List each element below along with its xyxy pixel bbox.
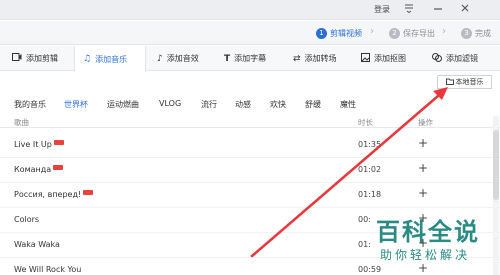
add-song-button[interactable]: + — [418, 136, 428, 150]
category-quirky[interactable]: 魔性 — [340, 99, 356, 110]
tab-label: 添加抠图 — [374, 54, 406, 63]
tab-add-sound-effect[interactable]: ♪ 添加音效 — [157, 46, 199, 71]
step-save-export[interactable]: 2 保存导出 — [389, 27, 435, 39]
category-world-cup[interactable]: 世界杯 — [64, 99, 88, 110]
hot-badge-icon — [53, 140, 64, 145]
category-soothing[interactable]: 舒缓 — [305, 99, 321, 110]
song-name: Waka Waka — [14, 240, 60, 249]
subtitle-icon: T — [224, 53, 231, 64]
title-bar: 登录 — [0, 0, 500, 20]
tab-add-filter[interactable]: 添加滤镜 — [432, 46, 478, 71]
watermark-subtitle: 助你轻松解决 — [380, 248, 471, 262]
folder-icon — [445, 78, 454, 87]
cutout-icon — [361, 52, 370, 65]
step-number: 1 — [316, 27, 327, 39]
dropdown-lines-icon[interactable] — [403, 3, 415, 15]
step-arrow-icon: › — [370, 26, 374, 37]
song-name: Colors — [14, 215, 40, 224]
song-name: Команда — [14, 165, 52, 174]
song-name: Live It Up — [14, 140, 52, 149]
local-music-label: 本地音乐 — [455, 78, 484, 86]
login-link[interactable]: 登录 — [374, 4, 390, 15]
tab-label: 添加剪辑 — [26, 54, 58, 63]
category-sports[interactable]: 运动燃曲 — [107, 99, 139, 110]
tab-label: 添加字幕 — [234, 54, 267, 63]
song-name-cell: Команда — [14, 165, 64, 174]
tab-label: 添加滤镜 — [446, 54, 478, 63]
local-music-button[interactable]: 本地音乐 — [437, 75, 492, 89]
add-song-button[interactable]: + — [418, 186, 428, 200]
table-row[interactable]: Команда 01:02 + — [0, 158, 500, 183]
music-note-icon: ♫ — [83, 54, 92, 64]
tab-add-transition[interactable]: ⇄ 添加转场 — [293, 46, 337, 71]
music-categories: 我的音乐 世界杯 运动燃曲 VLOG 流行 动感 欢快 舒缓 魔性 — [0, 98, 500, 112]
filter-icon — [432, 52, 442, 65]
category-cheerful[interactable]: 欢快 — [270, 99, 286, 110]
tab-add-subtitle[interactable]: T 添加字幕 — [224, 46, 266, 71]
step-done[interactable]: 3 完成 — [461, 27, 491, 39]
table-row[interactable]: Live It Up 01:35 + — [0, 133, 500, 158]
column-song: 歌曲 — [14, 118, 29, 127]
step-number: 2 — [389, 27, 400, 39]
watermark-logo: 百科全说 助你轻松解决 — [368, 212, 498, 272]
song-name-cell: Россия, вперед! — [14, 190, 94, 199]
tab-add-music[interactable]: ♫ 添加音乐 — [74, 46, 146, 72]
column-duration: 时长 — [358, 118, 373, 127]
tool-tabs: 添加剪辑 ♫ 添加音乐 ♪ 添加音效 T 添加字幕 ⇄ 添加转场 添加抠图 添加… — [0, 46, 500, 72]
song-name-cell: Live It Up — [14, 140, 64, 149]
hot-badge-icon — [83, 190, 94, 195]
sound-effect-icon: ♪ — [157, 53, 163, 64]
category-pop[interactable]: 流行 — [201, 99, 217, 110]
step-edit-video[interactable]: 1 剪辑视频 — [316, 27, 362, 39]
hot-badge-icon — [53, 165, 64, 170]
film-icon — [12, 53, 22, 64]
song-duration: 01:35 — [358, 140, 382, 149]
category-my-music[interactable]: 我的音乐 — [14, 99, 46, 110]
tab-label: 添加音乐 — [95, 54, 128, 64]
step-number: 3 — [461, 27, 472, 39]
steps-bar: 1 剪辑视频 › 2 保存导出 › 3 完成 — [0, 21, 500, 45]
category-vlog[interactable]: VLOG — [159, 99, 181, 108]
scrollbar-thumb[interactable] — [493, 130, 499, 200]
music-table-header: 歌曲 时长 操作 — [0, 115, 500, 128]
step-arrow-icon: › — [442, 26, 446, 37]
tab-label: 添加音效 — [166, 54, 199, 63]
category-dynamic[interactable]: 动感 — [235, 99, 251, 110]
step-label: 剪辑视频 — [330, 28, 362, 38]
step-label: 保存导出 — [403, 28, 435, 38]
table-row[interactable]: Россия, вперед! 01:18 + — [0, 183, 500, 208]
tab-label: 添加转场 — [304, 54, 337, 63]
song-duration: 01:18 — [358, 190, 382, 199]
song-name-cell: We Will Rock You — [14, 265, 81, 274]
add-song-button[interactable]: + — [418, 161, 428, 175]
minimize-icon[interactable] — [432, 3, 444, 15]
column-action: 操作 — [418, 118, 433, 127]
song-name-cell: Waka Waka — [14, 240, 60, 249]
watermark-title: 百科全说 — [376, 218, 480, 246]
tab-add-cutout[interactable]: 添加抠图 — [361, 46, 406, 71]
song-duration: 01:02 — [358, 165, 382, 174]
song-name: We Will Rock You — [14, 265, 82, 274]
close-icon[interactable] — [459, 3, 471, 15]
step-label: 完成 — [475, 28, 491, 38]
tab-add-clip[interactable]: 添加剪辑 — [12, 46, 58, 71]
transition-icon: ⇄ — [293, 53, 301, 64]
song-name: Россия, вперед! — [14, 190, 82, 199]
song-name-cell: Colors — [14, 215, 39, 224]
